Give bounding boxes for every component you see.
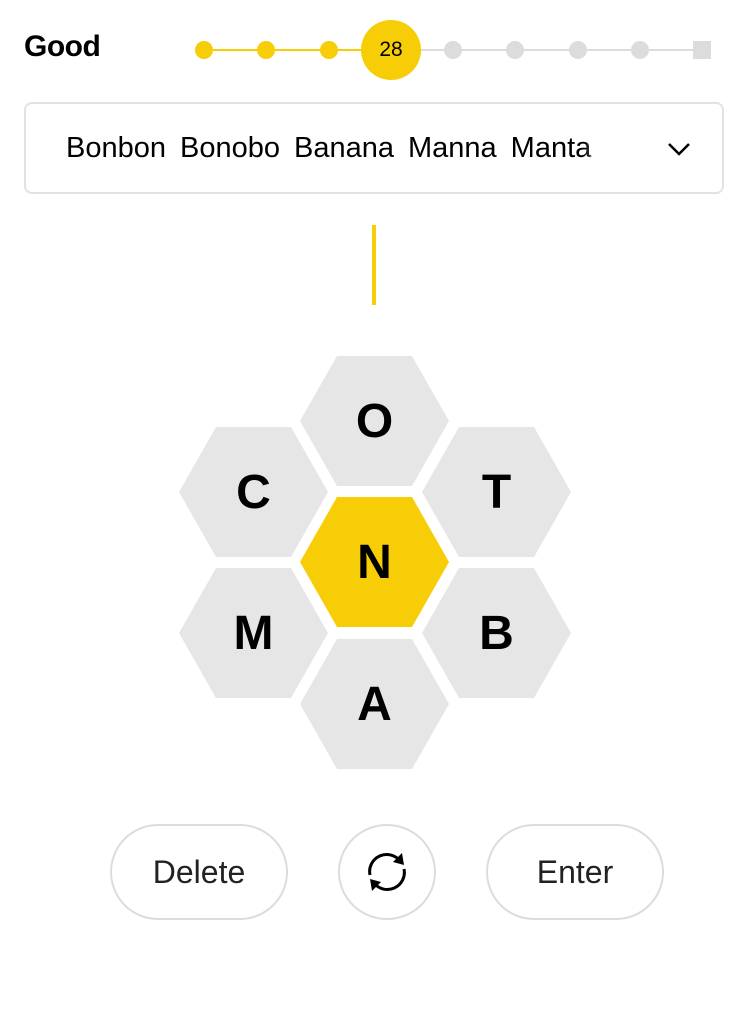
hive-cell-center[interactable]: N (300, 497, 449, 627)
hive-cell-top[interactable]: O (300, 356, 449, 486)
hive-cell-upper-left[interactable]: C (179, 427, 328, 557)
hive-letter-lower-right: B (479, 607, 514, 660)
hive-letter-upper-right: T (482, 466, 511, 519)
progress-final-square (693, 41, 711, 59)
chevron-down-icon[interactable] (666, 136, 692, 162)
found-word: Banana (294, 131, 394, 164)
hive-letter-top: O (356, 395, 393, 448)
shuffle-icon (368, 853, 406, 891)
found-word: Manta (510, 131, 592, 164)
progress-dot (444, 41, 462, 59)
hive-letter-center: N (357, 536, 392, 589)
score-badge: 28 (361, 20, 421, 80)
progress-dot (195, 41, 213, 59)
found-words-row: Bonbon Bonobo Banana Manna Manta (66, 104, 618, 192)
progress-dot (569, 41, 587, 59)
delete-button[interactable]: Delete (110, 824, 288, 920)
input-cursor (372, 225, 376, 305)
shuffle-button[interactable] (338, 824, 436, 920)
progress-dot (320, 41, 338, 59)
enter-button[interactable]: Enter (486, 824, 664, 920)
rank-label: Good (24, 30, 101, 63)
progress-dot (631, 41, 649, 59)
hive-letter-bottom: A (357, 678, 392, 731)
found-words-list[interactable]: Bonbon Bonobo Banana Manna Manta (24, 102, 724, 194)
found-word: Manna (408, 131, 497, 164)
hive-cell-lower-right[interactable]: B (422, 568, 571, 698)
hive-cell-upper-right[interactable]: T (422, 427, 571, 557)
hive-letter-upper-left: C (236, 466, 271, 519)
delete-button-label: Delete (152, 853, 246, 890)
hive-cell-bottom[interactable]: A (300, 639, 449, 769)
hive-letter-lower-left: M (234, 607, 274, 660)
progress-dot (506, 41, 524, 59)
enter-button-label: Enter (536, 853, 614, 890)
found-word: Bonobo (180, 131, 280, 164)
hive-cell-lower-left[interactable]: M (179, 568, 328, 698)
progress-dot (257, 41, 275, 59)
word-list-fade (584, 104, 614, 192)
score-value: 28 (379, 38, 403, 61)
progress-line-empty (391, 49, 703, 51)
progress-bar: 28 (195, 20, 715, 80)
found-word: Bonbon (66, 131, 166, 164)
